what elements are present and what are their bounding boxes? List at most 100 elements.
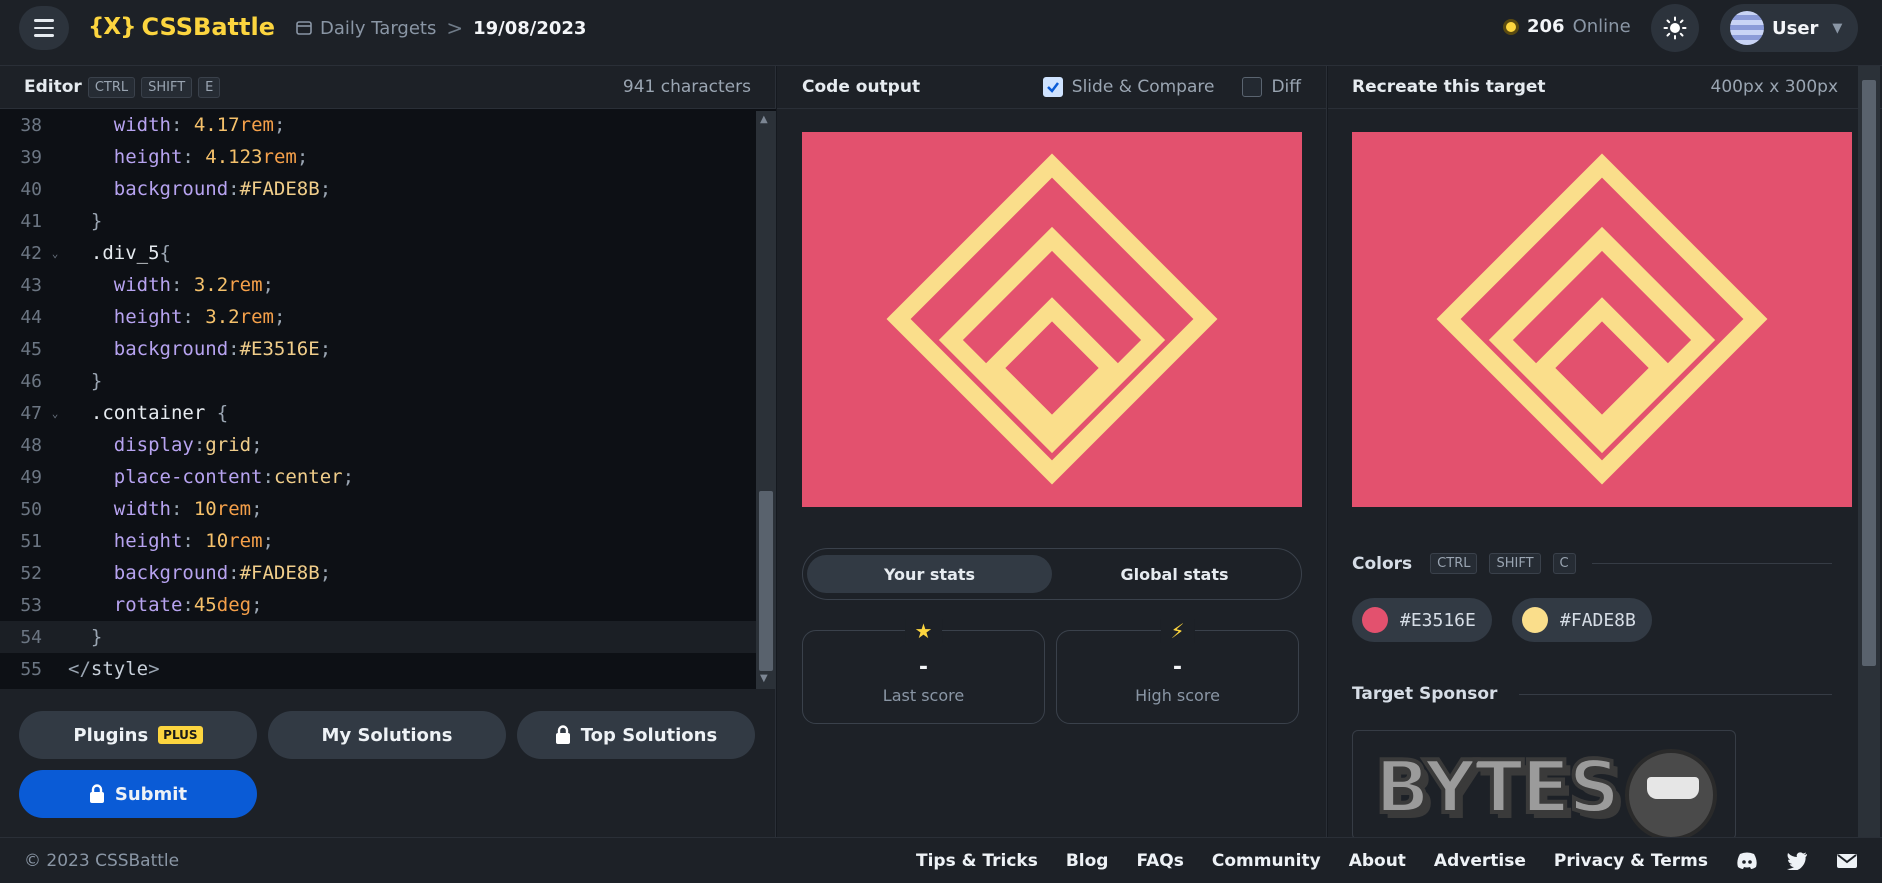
editor-scrollbar[interactable]: ▲ ▼ xyxy=(756,111,776,689)
color-swatch-yellow[interactable]: #FADE8B xyxy=(1512,598,1652,642)
discord-icon[interactable] xyxy=(1736,852,1758,870)
footer-link-community[interactable]: Community xyxy=(1212,851,1321,871)
my-solutions-button[interactable]: My Solutions xyxy=(268,711,506,759)
shortcut-key: SHIFT xyxy=(1489,553,1541,574)
logo[interactable]: {X} CSSBattle xyxy=(88,13,275,41)
diff-checkbox[interactable] xyxy=(1242,77,1263,97)
output-title: Code output xyxy=(802,77,921,97)
last-score-card: ★ - Last score xyxy=(802,619,1045,724)
sponsor-logo-text: BYTES xyxy=(1373,743,1622,831)
editor-panel: Editor CTRL SHIFT E 941 characters 38 wi… xyxy=(0,66,776,837)
breadcrumb-current-date: 19/08/2023 xyxy=(473,17,587,39)
footer-link-about[interactable]: About xyxy=(1349,851,1406,871)
tab-your-stats[interactable]: Your stats xyxy=(807,555,1052,593)
high-score-value: - xyxy=(1172,655,1183,680)
mail-icon[interactable] xyxy=(1836,852,1858,870)
logo-icon: {X} xyxy=(88,14,136,40)
code-line: 49 place-content:center; xyxy=(20,466,355,488)
code-line: 38 width: 4.17rem; xyxy=(20,114,286,136)
top-header: {X} CSSBattle Daily Targets > 19/08/2023… xyxy=(0,0,1882,66)
code-line: 50 width: 10rem; xyxy=(20,498,263,520)
editor-title: Editor xyxy=(24,77,82,97)
sun-icon xyxy=(1663,16,1687,40)
colors-section-header: Colors CTRL SHIFT C xyxy=(1352,553,1832,574)
twitter-icon[interactable] xyxy=(1786,851,1808,870)
page-scroll-thumb[interactable] xyxy=(1862,80,1876,666)
last-score-label: Last score xyxy=(882,686,965,705)
plugins-button[interactable]: Plugins PLUS xyxy=(19,711,257,759)
code-editor[interactable]: 38 width: 4.17rem; 39 height: 4.123rem; … xyxy=(0,109,776,689)
user-name: User xyxy=(1772,17,1819,39)
page-scrollbar[interactable] xyxy=(1858,66,1880,837)
calendar-icon xyxy=(296,21,312,35)
divider xyxy=(1519,693,1832,695)
output-canvas[interactable] xyxy=(802,132,1302,507)
scroll-down-arrow-icon[interactable]: ▼ xyxy=(760,673,768,684)
submit-button[interactable]: Submit xyxy=(19,770,257,818)
scroll-up-arrow-icon[interactable]: ▲ xyxy=(760,114,768,125)
lock-icon xyxy=(89,784,104,803)
footer-link-faqs[interactable]: FAQs xyxy=(1136,851,1183,871)
hamburger-menu-button[interactable] xyxy=(19,6,69,50)
editor-scroll-thumb[interactable] xyxy=(759,491,773,671)
avatar xyxy=(1730,11,1764,45)
breadcrumb-daily-targets[interactable]: Daily Targets xyxy=(296,18,436,39)
diff-option[interactable]: Diff xyxy=(1242,77,1301,97)
shortcut-key: CTRL xyxy=(1430,553,1478,574)
code-line: 45 background:#E3516E; xyxy=(20,338,332,360)
menu-icon-bar xyxy=(34,26,54,30)
footer-link-tips[interactable]: Tips & Tricks xyxy=(916,851,1038,871)
colors-title: Colors xyxy=(1352,553,1413,574)
high-score-label: High score xyxy=(1135,686,1220,705)
mascot-teeth xyxy=(1647,777,1699,799)
code-line: 40 background:#FADE8B; xyxy=(20,178,332,200)
online-count: 206 xyxy=(1527,16,1565,37)
color-hex: #E3516E xyxy=(1400,609,1476,631)
stats-toggle: Your stats Global stats xyxy=(802,548,1302,600)
target-panel: Recreate this target 400px x 300px Color… xyxy=(1328,66,1882,840)
code-line: 41 } xyxy=(20,210,103,232)
slide-compare-label: Slide & Compare xyxy=(1071,77,1215,97)
footer: © 2023 CSSBattle Tips & Tricks Blog FAQs… xyxy=(0,837,1882,883)
top-solutions-button[interactable]: Top Solutions xyxy=(517,711,755,759)
sponsor-banner[interactable]: BYTES xyxy=(1352,730,1736,840)
shortcut-key: E xyxy=(198,76,221,98)
user-menu-button[interactable]: User ▼ xyxy=(1720,4,1858,52)
sponsor-section-header: Target Sponsor xyxy=(1352,684,1832,704)
breadcrumb-daily-targets-label: Daily Targets xyxy=(320,17,437,39)
footer-link-advertise[interactable]: Advertise xyxy=(1434,851,1526,871)
footer-link-blog[interactable]: Blog xyxy=(1066,851,1109,871)
theme-toggle-button[interactable] xyxy=(1651,4,1699,52)
footer-link-privacy[interactable]: Privacy & Terms xyxy=(1554,851,1708,871)
my-solutions-label: My Solutions xyxy=(321,724,453,746)
copyright: © 2023 CSSBattle xyxy=(24,850,180,871)
sponsor-mascot-icon xyxy=(1625,749,1717,839)
logo-text: CSSBattle xyxy=(141,13,275,41)
color-hex: #FADE8B xyxy=(1560,609,1636,631)
shortcut-key: SHIFT xyxy=(141,76,193,98)
code-output-panel: Code output Slide & Compare Diff Your st… xyxy=(777,66,1327,837)
color-dot xyxy=(1362,607,1388,633)
tab-global-stats[interactable]: Global stats xyxy=(1052,555,1297,593)
online-status: 206 Online xyxy=(1503,16,1631,37)
code-line: 52 background:#FADE8B; xyxy=(20,562,332,584)
target-header: Recreate this target 400px x 300px xyxy=(1328,66,1882,109)
menu-icon-bar xyxy=(34,19,54,22)
color-swatch-pink[interactable]: #E3516E xyxy=(1352,598,1492,642)
plus-badge: PLUS xyxy=(158,726,203,744)
footer-links: Tips & Tricks Blog FAQs Community About … xyxy=(916,851,1858,871)
code-line: 46 } xyxy=(20,370,103,392)
plugins-label: Plugins xyxy=(73,724,149,746)
slide-compare-checkbox[interactable] xyxy=(1042,77,1063,97)
slide-compare-option[interactable]: Slide & Compare xyxy=(1042,77,1215,97)
target-title: Recreate this target xyxy=(1352,77,1546,97)
code-line: 53 rotate:45deg; xyxy=(20,594,263,616)
target-dimensions: 400px x 300px xyxy=(1710,77,1838,97)
top-solutions-label: Top Solutions xyxy=(580,724,718,746)
divider xyxy=(1591,563,1832,564)
diff-label: Diff xyxy=(1271,77,1301,97)
code-line: 44 height: 3.2rem; xyxy=(20,306,286,328)
editor-header: Editor CTRL SHIFT E 941 characters xyxy=(0,66,775,109)
checkmark-icon xyxy=(1046,82,1059,93)
output-header: Code output Slide & Compare Diff xyxy=(777,66,1326,109)
